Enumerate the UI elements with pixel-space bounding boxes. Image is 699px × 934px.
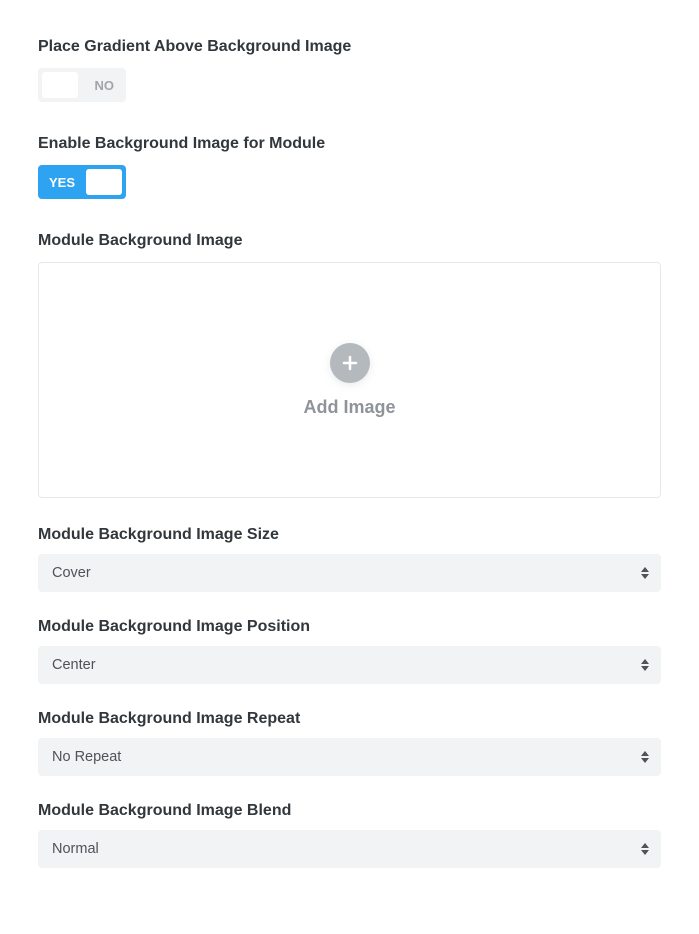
toggle-handle — [86, 169, 122, 195]
plus-icon — [330, 343, 370, 383]
gradient-above-toggle[interactable]: NO — [38, 68, 126, 102]
bg-blend-select[interactable]: Normal — [38, 830, 661, 868]
enable-bg-toggle[interactable]: YES — [38, 165, 126, 199]
add-image-text: Add Image — [303, 397, 395, 418]
bg-position-label: Module Background Image Position — [38, 618, 661, 636]
gradient-above-label: Place Gradient Above Background Image — [38, 38, 661, 56]
bg-position-select[interactable]: Center — [38, 646, 661, 684]
bg-size-select[interactable]: Cover — [38, 554, 661, 592]
enable-bg-label: Enable Background Image for Module — [38, 135, 661, 153]
bg-image-label: Module Background Image — [38, 232, 661, 250]
bg-size-label: Module Background Image Size — [38, 526, 661, 544]
toggle-handle — [42, 72, 78, 98]
add-image-upload[interactable]: Add Image — [38, 262, 661, 498]
toggle-no-text: NO — [95, 78, 115, 93]
bg-repeat-select[interactable]: No Repeat — [38, 738, 661, 776]
bg-blend-label: Module Background Image Blend — [38, 802, 661, 820]
bg-repeat-label: Module Background Image Repeat — [38, 710, 661, 728]
toggle-yes-text: YES — [49, 175, 75, 190]
